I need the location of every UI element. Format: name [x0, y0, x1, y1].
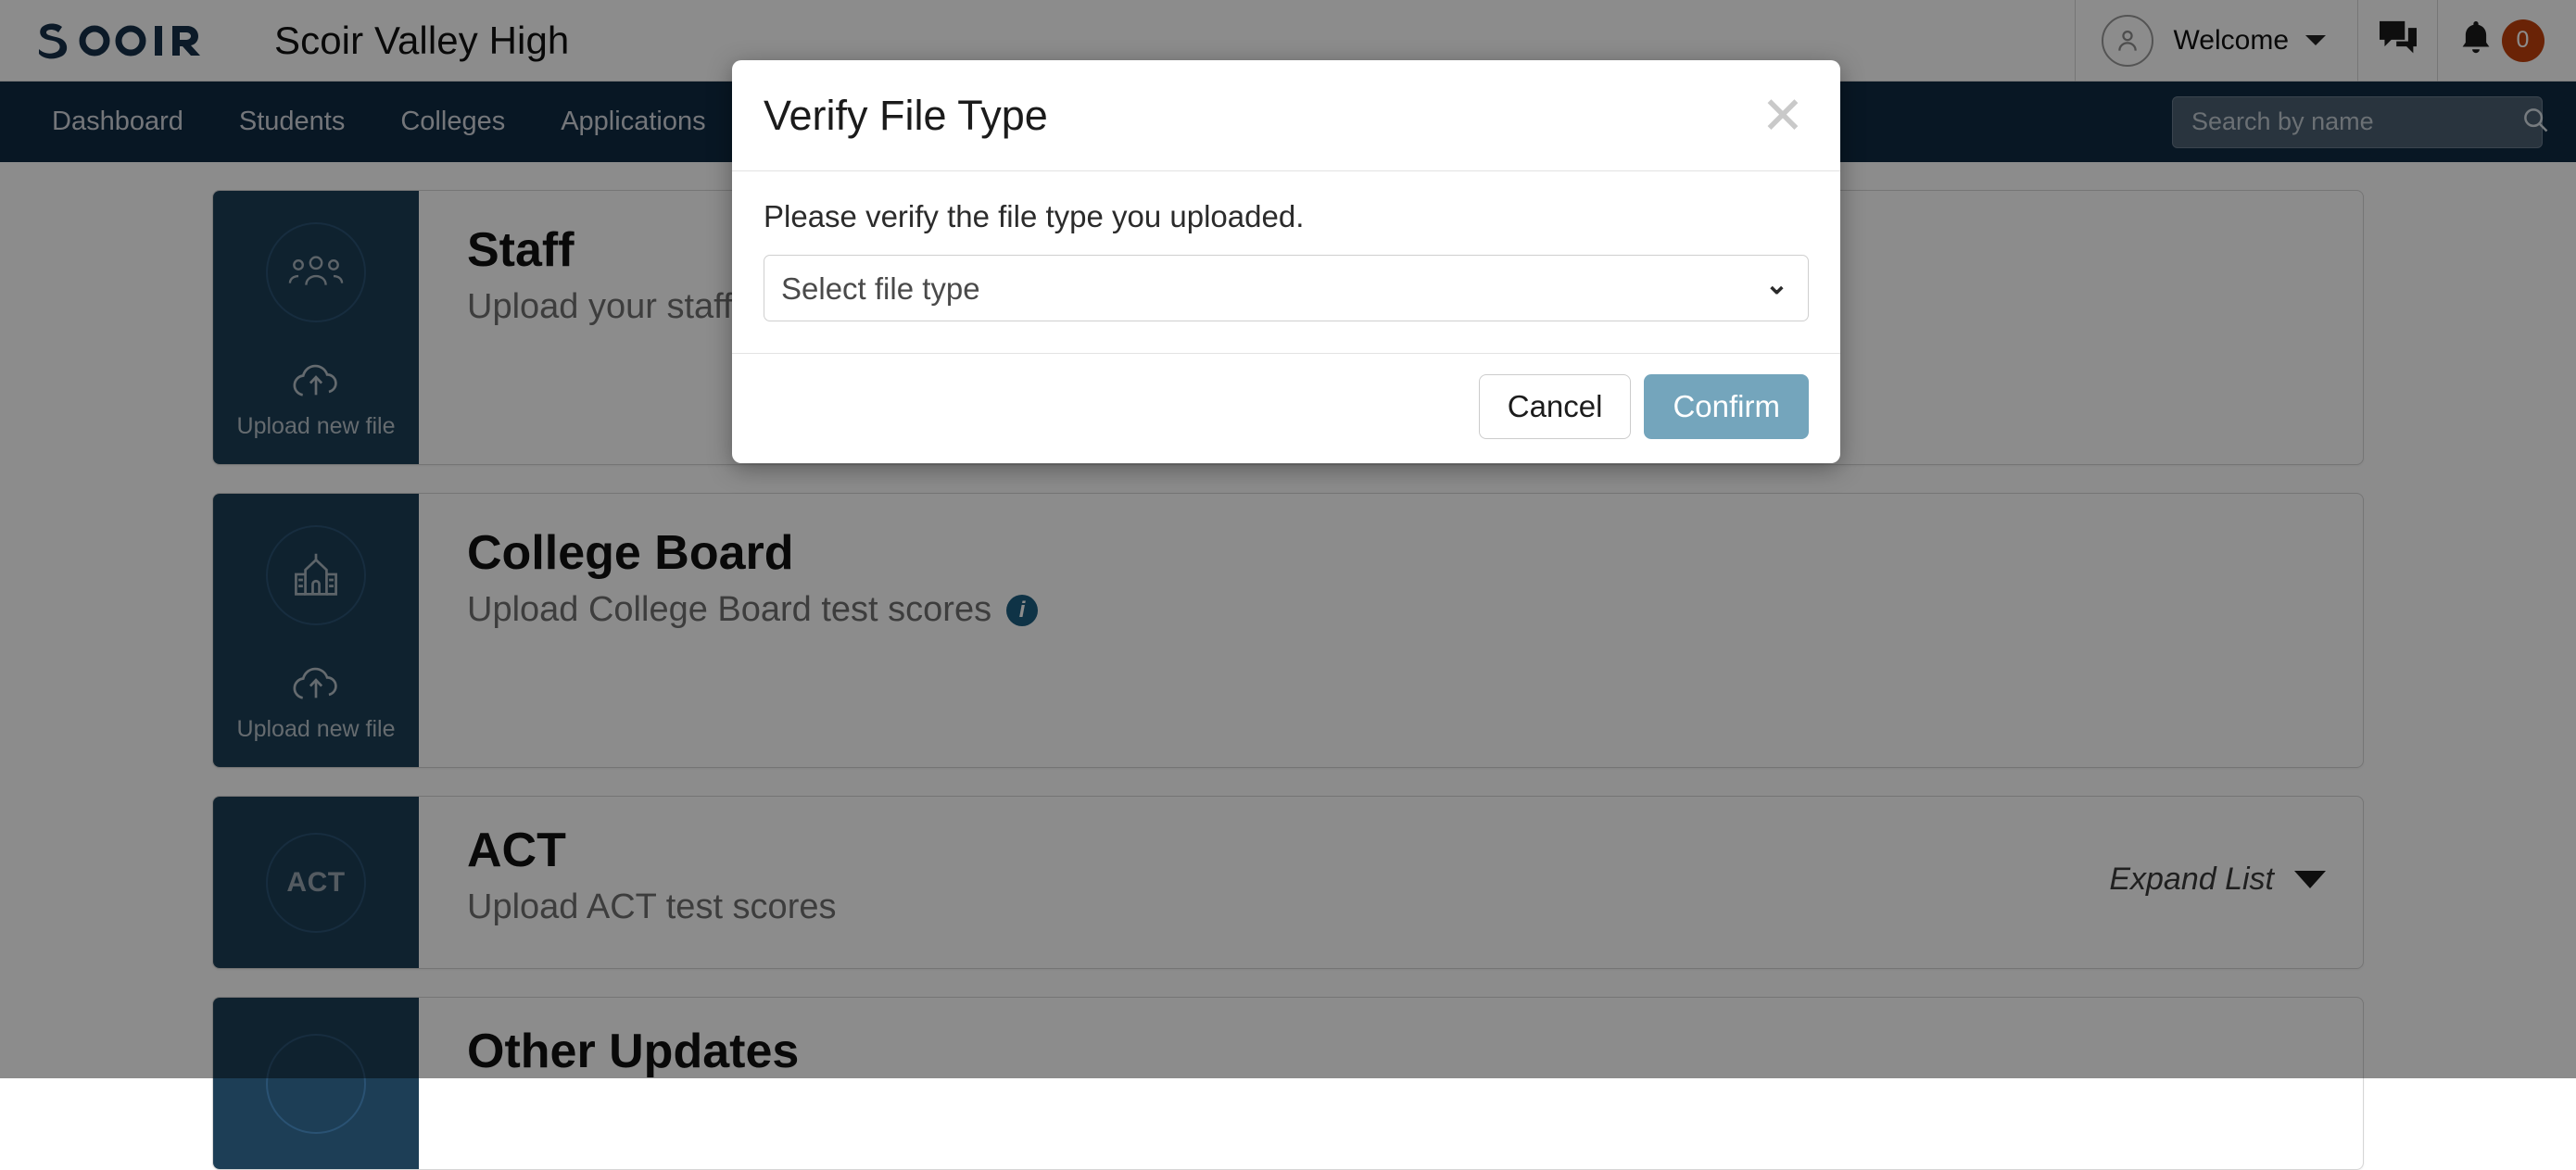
file-type-select-wrapper: Select file type ⌄ [764, 255, 1809, 321]
cancel-button[interactable]: Cancel [1479, 374, 1632, 439]
close-icon[interactable]: ✕ [1757, 90, 1809, 142]
modal-body-text: Please verify the file type you uploaded… [764, 199, 1809, 234]
modal-footer: Cancel Confirm [732, 354, 1840, 463]
confirm-button[interactable]: Confirm [1644, 374, 1809, 439]
verify-file-type-modal: Verify File Type ✕ Please verify the fil… [732, 60, 1840, 463]
modal-header: Verify File Type ✕ [732, 60, 1840, 171]
modal-title: Verify File Type [764, 92, 1048, 140]
file-type-select[interactable]: Select file type [764, 255, 1809, 321]
modal-body: Please verify the file type you uploaded… [732, 171, 1840, 354]
